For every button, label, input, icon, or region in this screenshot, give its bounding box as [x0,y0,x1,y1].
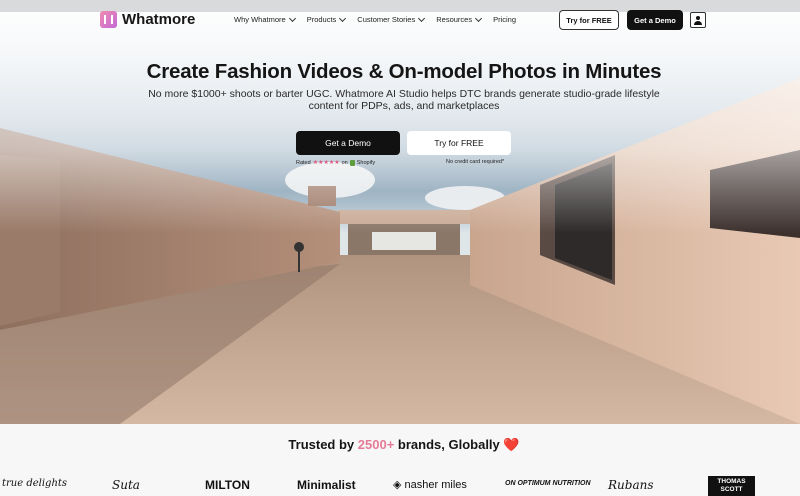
menu-item-label: Pricing [493,15,517,24]
brand-logo-strip: true delights Suta MILTON Minimalist ◈ n… [0,474,800,496]
brand-logo-true-delights: true delights [2,478,68,489]
chevron-down-icon [288,14,296,22]
heart-icon: ❤️ [503,437,520,452]
nav-get-demo-button[interactable]: Get a Demo [627,10,683,30]
hero-try-free-button[interactable]: Try for FREE [407,131,511,155]
menu-item-products[interactable]: Products [306,14,347,24]
rated-on-label: on [341,159,348,166]
brand-logo-suta: Suta [112,478,140,492]
menu-item-pricing[interactable]: Pricing [493,15,516,24]
no-credit-card-note: No credit card required* [446,159,505,165]
trusted-by-heading: Trusted by 2500+ brands, Globally ❤️ [0,437,800,453]
shopify-rating: Rated ★★★★★ on Shopify [296,159,375,166]
menu-item-label: Products [306,15,337,24]
brand-logo-rubans: Rubans [608,478,654,492]
chevron-down-icon [475,14,483,22]
hero-title: Create Fashion Videos & On-model Photos … [146,60,662,83]
brand-name: Whatmore [122,11,196,28]
menu-item-label: Why Whatmore [234,15,286,24]
trusted-suffix: brands, Globally [397,437,500,452]
nasher-miles-icon: ◈ [393,479,405,491]
brand-logo-nasher-miles: ◈ nasher miles [393,478,467,491]
top-navigation: Whatmore Why Whatmore Products Customer … [0,8,800,34]
user-account-icon[interactable] [690,12,706,28]
main-menu: Why Whatmore Products Customer Stories R… [234,14,528,24]
menu-item-resources[interactable]: Resources [436,14,483,24]
brand-count: 2500+ [357,437,395,452]
brand-logo-minimalist: Minimalist [297,478,356,492]
star-rating-icon: ★★★★★ [312,160,340,166]
brand-logo[interactable]: Whatmore [100,11,195,28]
brand-logo-thomas-scott: THOMAS SCOTT [708,476,755,496]
nav-try-free-button[interactable]: Try for FREE [559,10,619,30]
menu-item-why-whatmore[interactable]: Why Whatmore [234,14,296,24]
menu-item-label: Resources [436,15,473,24]
brand-logo-milton: MILTON [205,478,250,492]
hero-subtitle: No more $1000+ shoots or barter UGC. Wha… [148,88,660,112]
chevron-down-icon [418,14,426,22]
whatmore-logo-icon [100,11,117,28]
rated-label: Rated [296,159,311,166]
chevron-down-icon [339,14,347,22]
nasher-miles-text: nasher miles [404,479,467,491]
shopify-icon [349,159,355,166]
menu-item-customer-stories[interactable]: Customer Stories [357,14,426,24]
brand-logo-optimum-nutrition: ON OPTIMUM NUTRITION [505,480,591,487]
menu-item-label: Customer Stories [357,15,416,24]
trusted-prefix: Trusted by [288,437,355,452]
hero-get-demo-button[interactable]: Get a Demo [296,131,400,155]
rated-platform: Shopify [356,159,376,166]
